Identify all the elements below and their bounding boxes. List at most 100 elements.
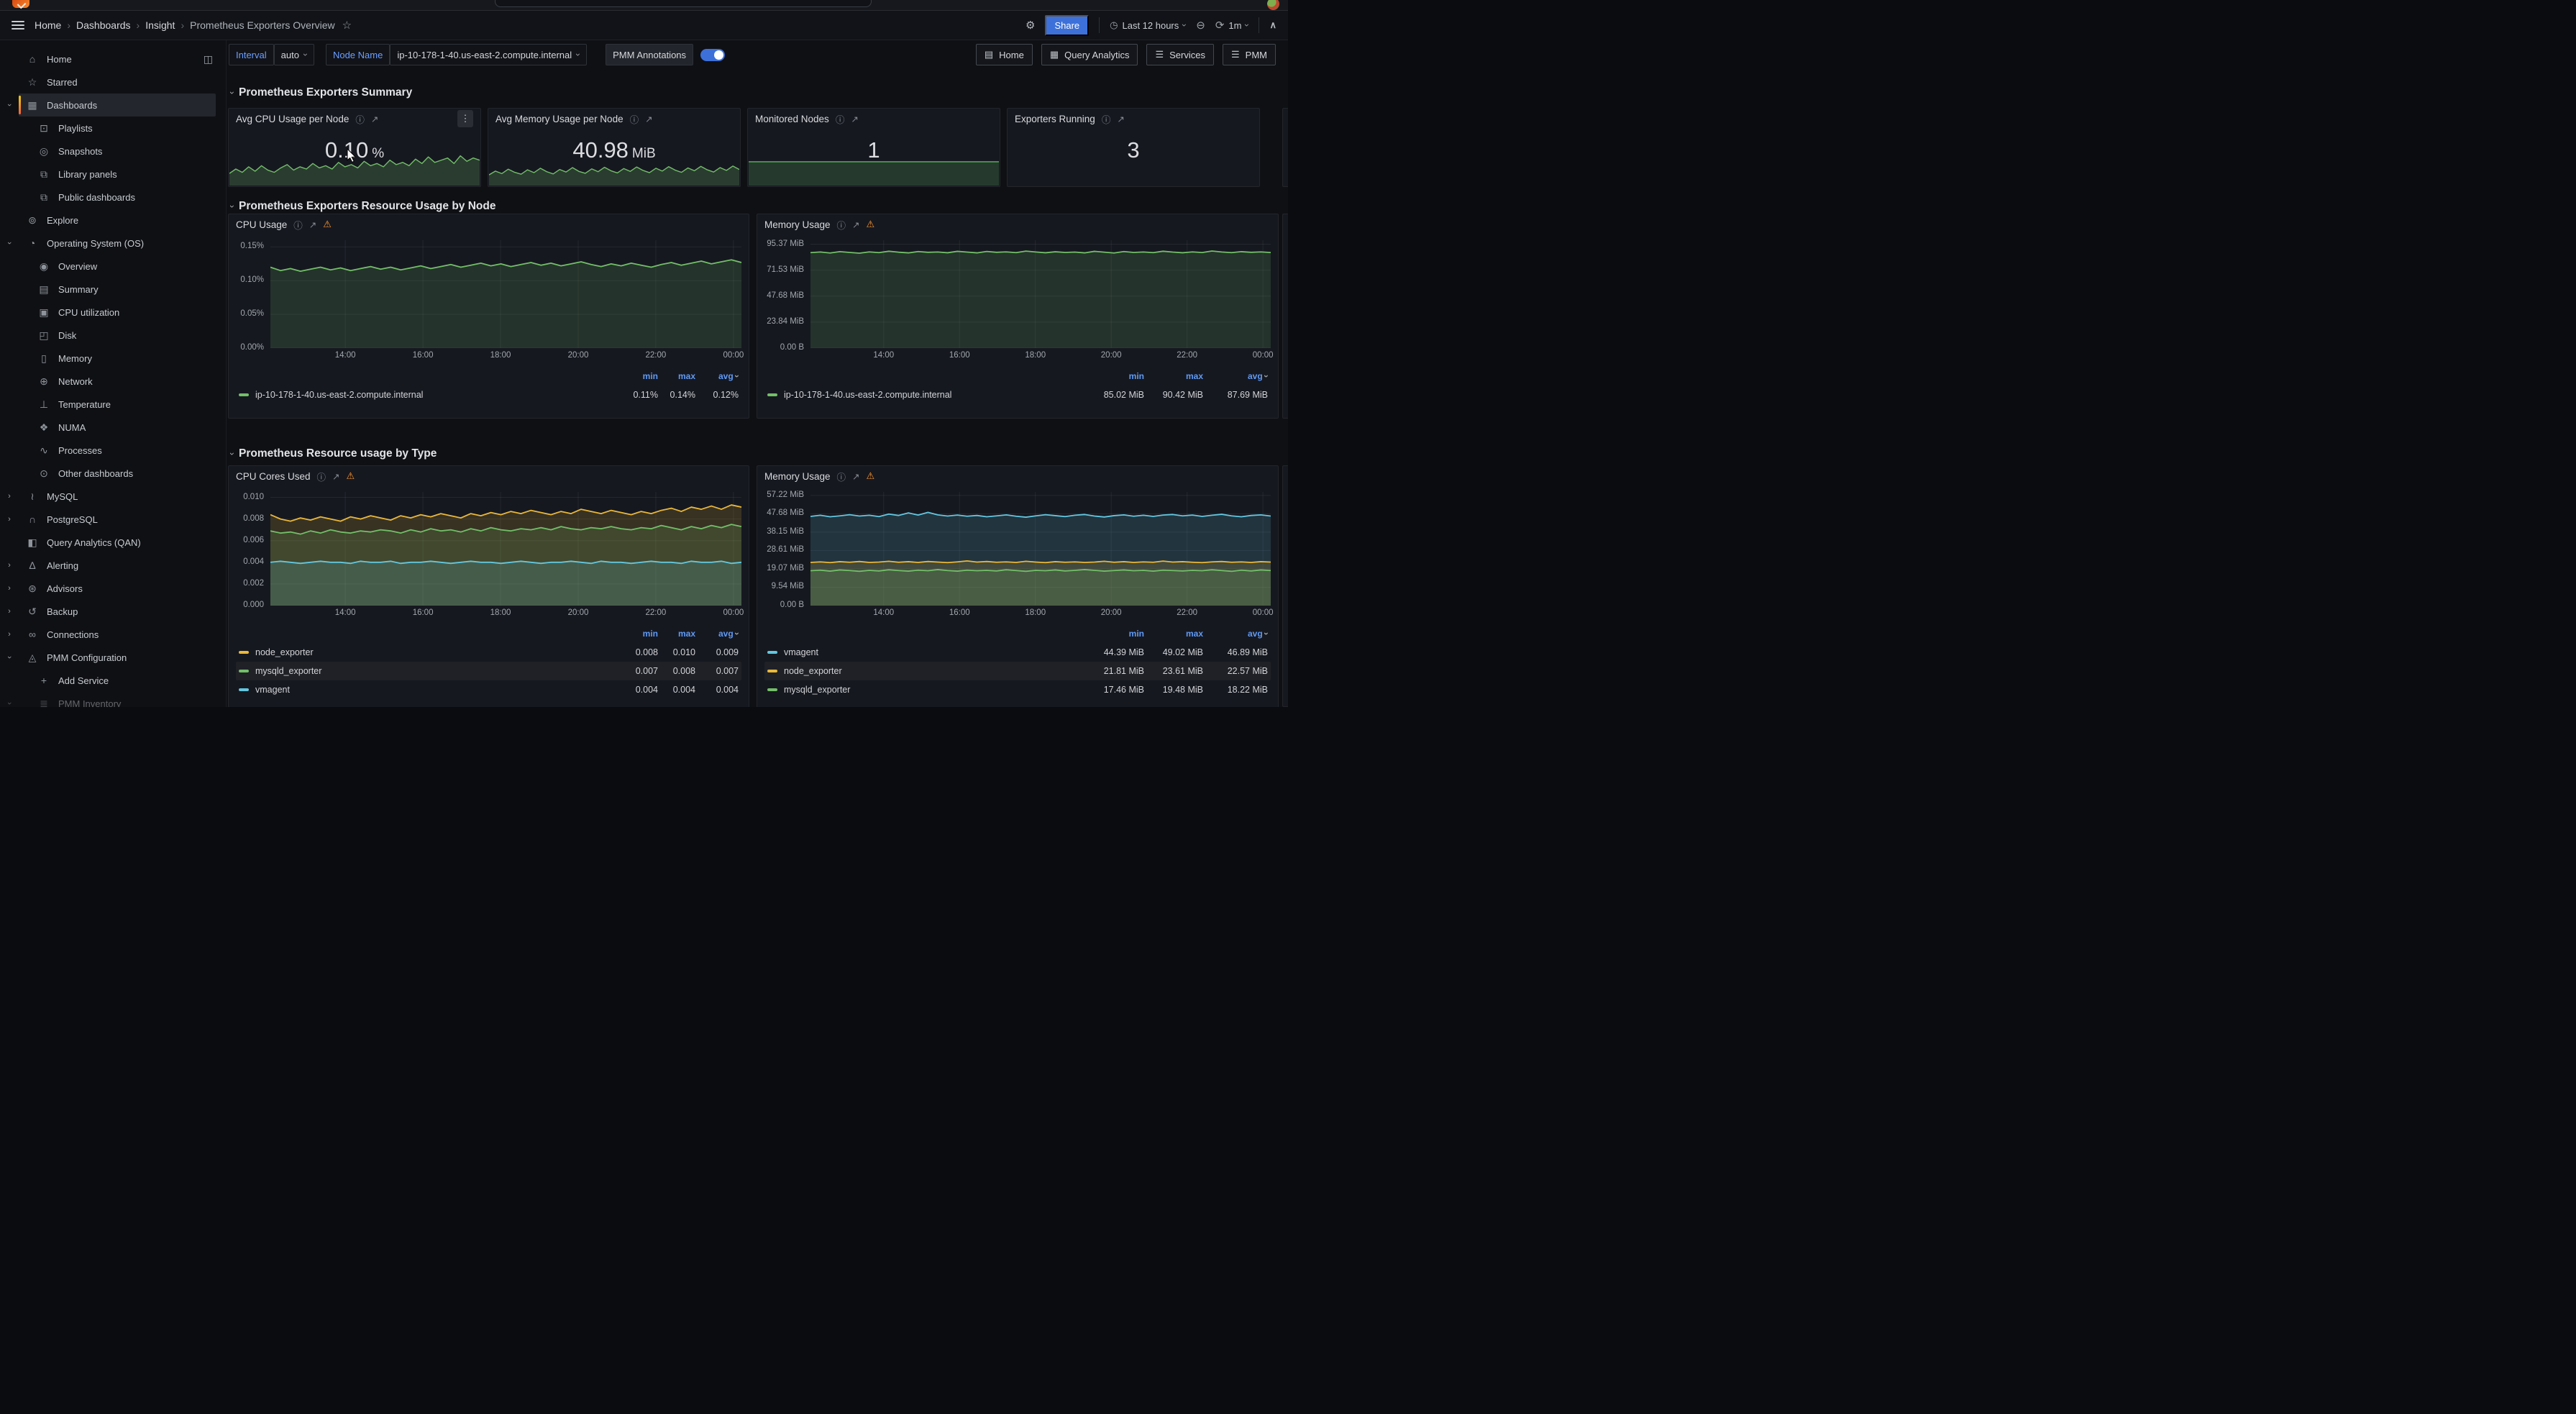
legend-series-name[interactable]: node_exporter (767, 666, 1085, 676)
sidebar-item-summary[interactable]: ▤Summary (0, 278, 226, 301)
external-link-icon[interactable]: ↗ (852, 219, 859, 230)
nav-button-pmm[interactable]: ☰PMM (1223, 44, 1276, 65)
info-icon[interactable]: ⓘ (1102, 112, 1111, 126)
panel-title[interactable]: Avg CPU Usage per Node (236, 114, 349, 124)
legend-series-name[interactable]: ip-10-178-1-40.us-east-2.compute.interna… (767, 390, 1085, 400)
chevron-right-icon[interactable]: › (0, 584, 19, 593)
sidebar-item-memory[interactable]: ▯Memory (0, 347, 226, 370)
sidebar-item-alerting[interactable]: ›∆Alerting (0, 554, 226, 577)
legend-sort-min[interactable]: min (621, 371, 658, 381)
legend-sort-avg[interactable]: avg › (1203, 629, 1268, 639)
chevron-right-icon[interactable]: › (0, 561, 19, 570)
sidebar-item-query-analytics-qan[interactable]: ◧Query Analytics (QAN) (0, 531, 226, 554)
breadcrumb-item[interactable]: Prometheus Exporters Overview (190, 19, 335, 31)
time-range-picker[interactable]: ◷ Last 12 hours › (1110, 19, 1186, 31)
sidebar-item-playlists[interactable]: ⊡Playlists (0, 117, 226, 140)
pmm-annotations-toggle[interactable] (700, 49, 725, 61)
info-icon[interactable]: ⓘ (355, 112, 365, 126)
legend-sort-min[interactable]: min (621, 629, 658, 639)
panel-title[interactable]: Memory Usage (764, 219, 831, 230)
sidebar-item-pmm-inventory[interactable]: ›≣PMM Inventory (0, 692, 226, 707)
sidebar-item-pmm-configuration[interactable]: ›◬PMM Configuration (0, 646, 226, 669)
sidebar-item-advisors[interactable]: ›⊛Advisors (0, 577, 226, 600)
section-header[interactable]: ›Prometheus Resource usage by Type (231, 447, 437, 460)
dock-sidebar-icon[interactable]: ◫ (204, 53, 213, 65)
share-button[interactable]: Share (1045, 15, 1089, 36)
info-icon[interactable]: ⓘ (837, 218, 846, 232)
legend-sort-avg[interactable]: avg › (695, 629, 739, 639)
legend-sort-max[interactable]: max (658, 371, 695, 381)
sidebar-item-overview[interactable]: ◉Overview (0, 255, 226, 278)
warning-icon[interactable]: ⚠ (323, 219, 332, 230)
plot-area[interactable] (810, 492, 1271, 606)
legend-series-name[interactable]: mysqld_exporter (767, 685, 1085, 695)
panel-title[interactable]: Exporters Running (1015, 114, 1095, 124)
nav-button-services[interactable]: ☰Services (1146, 44, 1214, 65)
panel-title[interactable]: Memory Usage (764, 471, 831, 482)
legend-series-name[interactable]: vmagent (239, 685, 621, 695)
legend-sort-max[interactable]: max (1144, 629, 1203, 639)
sidebar-item-disk[interactable]: ◰Disk (0, 324, 226, 347)
panel-title[interactable]: Monitored Nodes (755, 114, 829, 124)
external-link-icon[interactable]: ↗ (645, 114, 652, 124)
sidebar-item-snapshots[interactable]: ◎Snapshots (0, 140, 226, 163)
sidebar-item-starred[interactable]: ☆Starred (0, 70, 226, 93)
chevron-right-icon[interactable]: › (0, 515, 19, 524)
warning-icon[interactable]: ⚠ (867, 470, 875, 482)
sidebar-item-dashboards[interactable]: ›▦Dashboards (0, 93, 226, 117)
chevron-down-icon[interactable]: › (5, 694, 14, 707)
info-icon[interactable]: ⓘ (317, 470, 326, 483)
chevron-right-icon[interactable]: › (0, 607, 19, 616)
chevron-down-icon[interactable]: › (5, 234, 14, 252)
sidebar-item-public-dashboards[interactable]: ⧉Public dashboards (0, 186, 226, 209)
breadcrumb-item[interactable]: Insight (145, 19, 175, 31)
collapse-controls-icon[interactable]: ∧ (1269, 19, 1276, 31)
info-icon[interactable]: ⓘ (836, 112, 845, 126)
legend-sort-avg[interactable]: avg › (1203, 371, 1268, 381)
legend-sort-max[interactable]: max (658, 629, 695, 639)
legend-series-name[interactable]: node_exporter (239, 647, 621, 657)
chevron-right-icon[interactable]: › (0, 492, 19, 501)
warning-icon[interactable]: ⚠ (867, 219, 875, 230)
sidebar-item-explore[interactable]: ⊚Explore (0, 209, 226, 232)
sidebar-item-home[interactable]: ⌂Home◫ (0, 47, 226, 70)
external-link-icon[interactable]: ↗ (332, 471, 339, 482)
chevron-down-icon[interactable]: › (5, 96, 14, 114)
panel-menu-icon[interactable]: ⋮ (457, 110, 473, 127)
chevron-right-icon[interactable]: › (0, 630, 19, 639)
sidebar-item-backup[interactable]: ›↺Backup (0, 600, 226, 623)
legend-sort-min[interactable]: min (1085, 629, 1144, 639)
plot-area[interactable] (270, 492, 741, 606)
plot-area[interactable] (270, 240, 741, 348)
warning-icon[interactable]: ⚠ (347, 470, 355, 482)
chevron-down-icon[interactable]: › (5, 648, 14, 667)
legend-sort-min[interactable]: min (1085, 371, 1144, 381)
panel-title[interactable]: Avg Memory Usage per Node (495, 114, 624, 124)
legend-series-name[interactable]: vmagent (767, 647, 1085, 657)
info-icon[interactable]: ⓘ (630, 112, 639, 126)
panel-title[interactable]: CPU Cores Used (236, 471, 311, 482)
interval-variable-select[interactable]: auto › (274, 44, 314, 65)
sidebar-item-processes[interactable]: ∿Processes (0, 439, 226, 462)
external-link-icon[interactable]: ↗ (851, 114, 858, 124)
plot-area[interactable] (810, 240, 1271, 348)
sidebar-item-temperature[interactable]: ⊥Temperature (0, 393, 226, 416)
sidebar-item-numa[interactable]: ❖NUMA (0, 416, 226, 439)
sidebar-item-connections[interactable]: ›∞Connections (0, 623, 226, 646)
panel-title[interactable]: CPU Usage (236, 219, 287, 230)
external-link-icon[interactable]: ↗ (1117, 114, 1124, 124)
sidebar-item-library-panels[interactable]: ⧉Library panels (0, 163, 226, 186)
external-link-icon[interactable]: ↗ (852, 471, 859, 482)
dashboard-settings-icon[interactable]: ⚙ (1026, 19, 1035, 32)
section-header[interactable]: ›Prometheus Exporters Resource Usage by … (231, 200, 495, 213)
info-icon[interactable]: ⓘ (293, 218, 303, 232)
nav-button-home[interactable]: ▤Home (976, 44, 1033, 65)
refresh-picker[interactable]: ⟳ 1m › (1215, 19, 1249, 32)
sidebar-item-cpu-utilization[interactable]: ▣CPU utilization (0, 301, 226, 324)
breadcrumb-item[interactable]: Dashboards (76, 19, 131, 31)
favorite-star-icon[interactable]: ☆ (342, 19, 352, 32)
nav-button-query-analytics[interactable]: ▦Query Analytics (1041, 44, 1138, 65)
sidebar-item-other-dashboards[interactable]: ⊙Other dashboards (0, 462, 226, 485)
node-name-variable-select[interactable]: ip-10-178-1-40.us-east-2.compute.interna… (390, 44, 587, 65)
avatar[interactable] (1267, 0, 1279, 10)
